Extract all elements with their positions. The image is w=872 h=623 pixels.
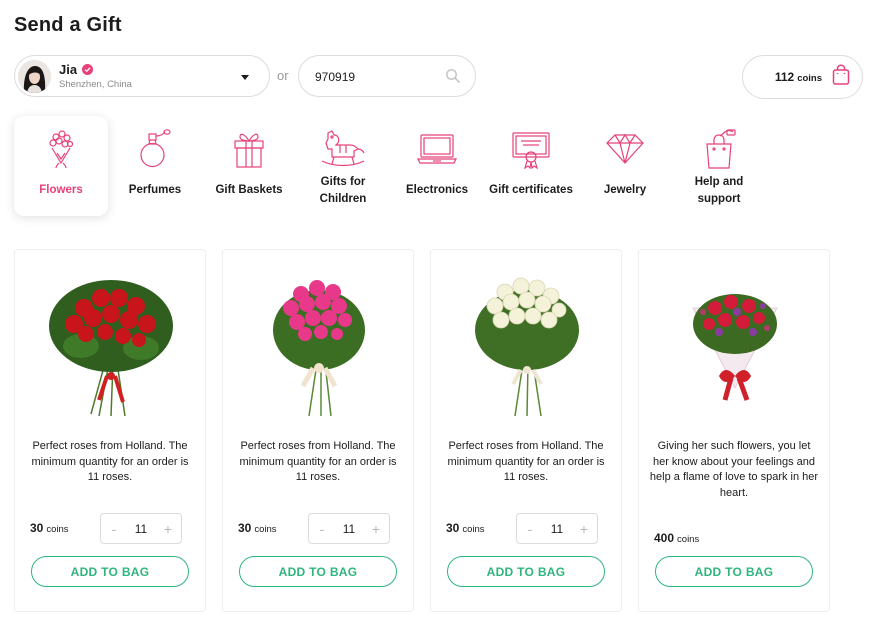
quantity-stepper: - 11 + (100, 513, 182, 544)
recipient-selector[interactable]: Jia Shenzhen, China (14, 55, 270, 97)
product-card: Perfect roses from Holland. The minimum … (222, 249, 414, 612)
price-amount: 30 (30, 521, 44, 535)
category-electronics[interactable]: Electronics (390, 116, 484, 216)
wallet-balance[interactable]: 112 coins (742, 55, 863, 99)
quantity-stepper: - 11 + (308, 513, 390, 544)
add-to-bag-button[interactable]: ADD TO BAG (239, 556, 397, 587)
price-unit: coins (254, 524, 277, 535)
certificate-icon (509, 128, 553, 170)
product-description: Perfect roses from Holland. The minimum … (31, 440, 189, 483)
rocking-horse-icon (320, 128, 366, 170)
gift-box-icon (231, 128, 267, 170)
white-roses-image (475, 277, 579, 417)
product-card: Perfect roses from Holland. The minimum … (430, 249, 622, 612)
id-search-input[interactable] (315, 68, 445, 86)
price-unit: coins (46, 524, 69, 535)
wallet-amount: 112 (774, 70, 795, 84)
bouquet-icon (46, 128, 76, 170)
decrease-button[interactable]: - (524, 521, 536, 537)
product-price: 30 coins (30, 521, 69, 535)
add-to-bag-button[interactable]: ADD TO BAG (655, 556, 813, 587)
category-jewelry[interactable]: Jewelry (578, 116, 672, 216)
category-label: Jewelry (603, 184, 647, 196)
add-to-bag-button[interactable]: ADD TO BAG (447, 556, 605, 587)
quantity-stepper: - 11 + (516, 513, 598, 544)
category-label: Help and support (694, 176, 744, 205)
category-label: Gifts for Children (319, 176, 367, 205)
product-description: Perfect roses from Holland. The minimum … (239, 440, 397, 483)
category-label: Gift Baskets (215, 184, 283, 196)
avatar (18, 59, 51, 93)
gift-bag-help-icon (699, 128, 739, 170)
category-label: Electronics (406, 184, 468, 196)
price-unit: coins (677, 534, 700, 545)
recipient-location: Shenzhen, China (59, 78, 132, 90)
category-label: Gift certificates (489, 184, 573, 196)
product-description: Perfect roses from Holland. The minimum … (447, 440, 605, 483)
product-description: Giving her such flowers, you let her kno… (649, 440, 819, 499)
price-amount: 30 (446, 521, 460, 535)
chevron-down-icon[interactable] (241, 75, 249, 80)
pink-roses-image (273, 280, 365, 417)
category-gift-baskets[interactable]: Gift Baskets (202, 116, 296, 216)
category-perfumes[interactable]: Perfumes (108, 116, 202, 216)
quantity-value[interactable]: 11 (343, 522, 355, 536)
wallet-unit: coins (797, 73, 822, 84)
product-price: 400 coins (654, 531, 699, 545)
search-icon[interactable] (445, 68, 461, 89)
category-flowers[interactable]: Flowers (14, 116, 108, 216)
increase-button[interactable]: + (578, 521, 590, 537)
category-help-and-support[interactable]: Help and support (672, 116, 766, 216)
quantity-value[interactable]: 11 (551, 522, 563, 536)
category-label: Flowers (39, 184, 83, 196)
mixed-bouquet-image (692, 294, 778, 401)
increase-button[interactable]: + (370, 521, 382, 537)
price-amount: 30 (238, 521, 252, 535)
product-price: 30 coins (238, 521, 277, 535)
price-unit: coins (462, 524, 485, 535)
category-gift-certificates[interactable]: Gift certificates (484, 116, 578, 216)
product-card: Perfect roses from Holland. The minimum … (14, 249, 206, 612)
verified-badge-icon (82, 63, 94, 75)
increase-button[interactable]: + (162, 521, 174, 537)
category-gifts-for-children[interactable]: Gifts for Children (296, 116, 390, 216)
add-to-bag-button[interactable]: ADD TO BAG (31, 556, 189, 587)
or-separator: or (277, 68, 289, 83)
diamond-icon (603, 128, 647, 170)
recipient-name: Jia (59, 61, 78, 77)
quantity-value[interactable]: 11 (135, 522, 147, 536)
red-roses-image (49, 280, 173, 417)
product-card: Giving her such flowers, you let her kno… (638, 249, 830, 612)
page-title: Send a Gift (14, 14, 122, 36)
price-amount: 400 (654, 531, 675, 545)
shopping-bag-icon (832, 63, 850, 91)
perfume-bottle-icon (135, 128, 175, 170)
id-search (298, 55, 476, 97)
decrease-button[interactable]: - (108, 521, 120, 537)
product-price: 30 coins (446, 521, 485, 535)
category-label: Perfumes (128, 184, 182, 196)
decrease-button[interactable]: - (316, 521, 328, 537)
laptop-icon (415, 128, 459, 170)
